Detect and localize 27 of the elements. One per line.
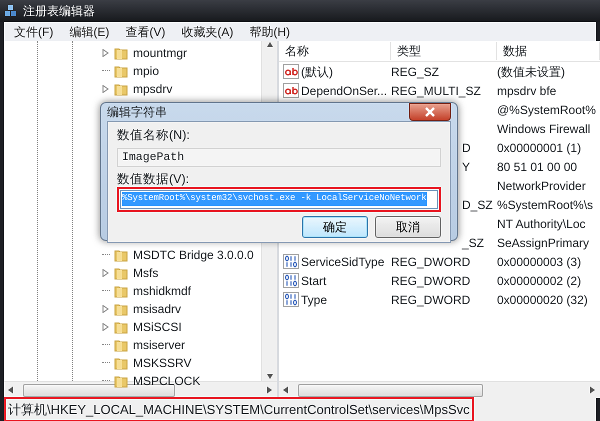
value-data: NetworkProvider — [497, 178, 586, 192]
window-title: 注册表编辑器 — [23, 3, 95, 20]
value-data: %SystemRoot%\s — [497, 198, 594, 212]
value-data: 80 51 01 00 00 — [497, 160, 578, 174]
value-data: 0x00000020 (32) — [497, 292, 588, 306]
value-data: SeAssignPrimary — [497, 236, 590, 250]
value-data: 0x00000001 (1) — [497, 140, 582, 154]
value-type: _SZ — [461, 236, 484, 250]
value-data: mpsdrv bfe — [497, 84, 556, 98]
value-type: D_SZ — [461, 198, 493, 212]
value-type: Y — [461, 160, 470, 174]
value-type: REG_DWORD — [391, 274, 470, 288]
value-data: 0x00000002 (2) — [497, 274, 582, 288]
value-type: D — [461, 140, 471, 154]
value-data: Windows Firewall — [497, 122, 590, 136]
value-data: 0x00000003 (3) — [497, 254, 582, 268]
value-data: NT Authority\Loc — [497, 216, 586, 230]
value-data: (数值未设置) — [497, 64, 565, 78]
field-label: 数值数据(V): — [117, 170, 190, 188]
value-type: REG_MULTI_SZ — [391, 84, 481, 98]
dialog-title: 编辑字符串 — [107, 104, 167, 121]
value-type: REG_DWORD — [391, 292, 470, 306]
value-type: REG_DWORD — [391, 254, 470, 268]
value-type: REG_SZ — [391, 64, 440, 78]
value-data: @%SystemRoot% — [497, 102, 596, 116]
field-label: 数值名称(N): — [117, 127, 191, 144]
status-path: 计算机\HKEY_LOCAL_MACHINE\SYSTEM\CurrentControlSet\services\MpsSvc — [4, 396, 474, 421]
